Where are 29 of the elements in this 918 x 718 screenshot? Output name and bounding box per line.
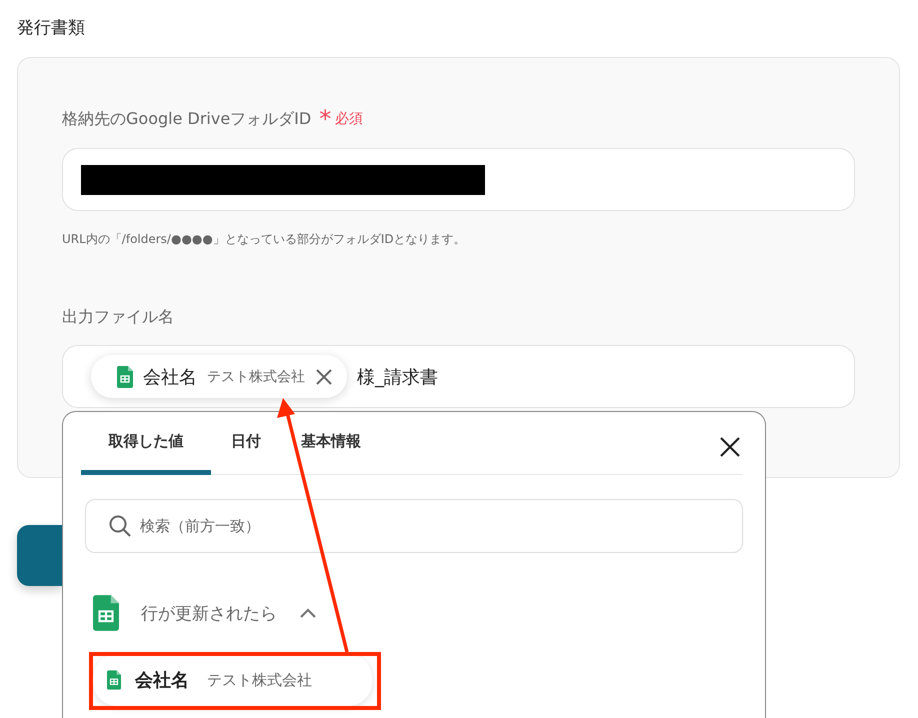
search-icon	[108, 514, 132, 538]
required-asterisk: *	[319, 107, 332, 131]
variable-item[interactable]: 会社名 テスト株式会社	[93, 654, 372, 706]
search-input[interactable]: 検索（前方一致）	[138, 516, 742, 536]
input-field[interactable]	[62, 148, 855, 211]
tab[interactable]: 日付	[211, 412, 281, 475]
group-title: 行が更新されたら	[141, 602, 277, 624]
variable-chip[interactable]: 会社名 テスト株式会社	[91, 355, 347, 398]
field-label: 格納先のGoogle DriveフォルダID	[62, 108, 312, 130]
chip-value: テスト株式会社	[207, 368, 305, 386]
close-icon[interactable]	[719, 436, 741, 458]
required-label: 必須	[335, 110, 364, 128]
help-text: URL内の「/folders/●●●●」となっている部分がフォルダIDとなります。	[62, 231, 467, 248]
tab[interactable]: 取得した値	[81, 412, 211, 475]
field-label: 出力ファイル名	[62, 306, 174, 328]
search-field[interactable]: 検索（前方一致）	[85, 499, 743, 553]
item-name: 会社名	[135, 669, 189, 692]
spreadsheet-icon	[107, 670, 121, 690]
spreadsheet-icon	[117, 366, 133, 388]
chip-name: 会社名	[143, 366, 197, 388]
section-title: 発行書類	[17, 17, 85, 39]
input-field[interactable]: 会社名 テスト株式会社 様_請求書	[62, 345, 855, 408]
item-value: テスト株式会社	[207, 670, 312, 690]
spreadsheet-icon	[93, 595, 119, 631]
action-button[interactable]	[17, 525, 62, 586]
group-header[interactable]: 行が更新されたら	[93, 595, 363, 631]
field-value: 様_請求書	[357, 366, 438, 388]
tab[interactable]: 基本情報	[281, 412, 381, 475]
chevron-up-icon[interactable]	[299, 607, 317, 619]
